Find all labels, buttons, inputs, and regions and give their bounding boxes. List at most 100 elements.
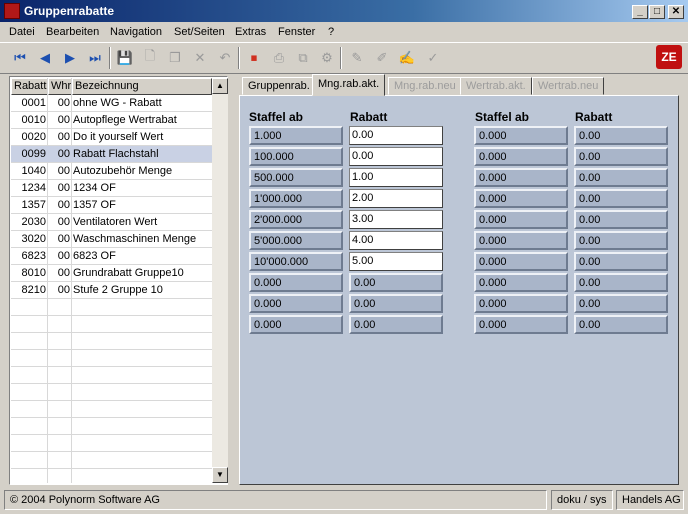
empty-list-row[interactable] bbox=[11, 367, 212, 384]
cell-bezeichnung: 1357 OF bbox=[73, 199, 116, 211]
maximize-button[interactable]: □ bbox=[649, 5, 665, 19]
staffel-field-left: 0.000 bbox=[249, 273, 343, 292]
rabatt-input-left[interactable]: 2.00 bbox=[349, 189, 443, 208]
rabatt-input-left[interactable]: 0.00 bbox=[349, 126, 443, 145]
delete-icon[interactable]: ✕ bbox=[189, 47, 211, 69]
check-icon[interactable]: ✓ bbox=[422, 47, 444, 69]
rabatt-input-left[interactable]: 1.00 bbox=[349, 168, 443, 187]
list-item[interactable]: 6823 00 6823 OF bbox=[11, 248, 212, 265]
empty-list-row[interactable] bbox=[11, 418, 212, 435]
cell-bezeichnung: Stufe 2 Gruppe 10 bbox=[73, 284, 163, 296]
empty-list-row[interactable] bbox=[11, 333, 212, 350]
list-item[interactable]: 1040 00 Autozubehör Menge bbox=[11, 163, 212, 180]
staffel-field-right: 0.000 bbox=[474, 210, 568, 229]
list-item[interactable]: 3020 00 Waschmaschinen Menge bbox=[11, 231, 212, 248]
vertical-scrollbar[interactable]: ▲ ▼ bbox=[212, 78, 228, 483]
empty-list-row[interactable] bbox=[11, 384, 212, 401]
column-header-bezeichnung[interactable]: Bezeichnung bbox=[72, 78, 212, 95]
rabatt-field-right: 0.00 bbox=[574, 189, 668, 208]
staffel-field-left: 10'000.000 bbox=[249, 252, 343, 271]
discount-group-list[interactable]: Rabatt Whr Bezeichnung 0001 00 ohne WG - R… bbox=[9, 76, 228, 485]
window-title: Gruppenrabatte bbox=[24, 4, 115, 18]
app-icon[interactable] bbox=[4, 3, 20, 19]
scroll-up-button[interactable]: ▲ bbox=[212, 78, 228, 94]
save-icon[interactable]: 💾 bbox=[114, 47, 136, 69]
list-item[interactable]: 0020 00 Do it yourself Wert bbox=[11, 129, 212, 146]
tree-icon[interactable]: ⧉ bbox=[292, 47, 314, 69]
copy-icon[interactable]: ❐ bbox=[164, 47, 186, 69]
close-button[interactable]: ✕ bbox=[668, 5, 684, 19]
status-copyright: © 2004 Polynorm Software AG bbox=[4, 490, 547, 510]
cell-rabatt: 8210 bbox=[21, 284, 46, 296]
first-record-icon[interactable]: ⏮ bbox=[9, 47, 31, 69]
undo-icon[interactable]: ↶ bbox=[214, 47, 236, 69]
stop-icon[interactable]: ⏹ bbox=[243, 47, 265, 69]
pen-icon[interactable]: ✐ bbox=[371, 47, 393, 69]
cell-bezeichnung: 1234 OF bbox=[73, 182, 116, 194]
rabatt-field-right: 0.00 bbox=[574, 126, 668, 145]
menu-help[interactable]: ? bbox=[328, 26, 334, 38]
minimize-button[interactable]: _ bbox=[632, 5, 648, 19]
next-record-icon[interactable]: ▶ bbox=[59, 47, 81, 69]
rabatt-input-left: 0.00 bbox=[349, 294, 443, 313]
empty-list-row[interactable] bbox=[11, 401, 212, 418]
rabatt-input-left[interactable]: 4.00 bbox=[349, 231, 443, 250]
menu-navigation[interactable]: Navigation bbox=[110, 26, 162, 38]
staffel-field-right: 0.000 bbox=[474, 294, 568, 313]
column-header-rabatt[interactable]: Rabatt bbox=[11, 78, 48, 95]
previous-record-icon[interactable]: ◀ bbox=[34, 47, 56, 69]
scroll-down-button[interactable]: ▼ bbox=[212, 467, 228, 483]
menu-extras[interactable]: Extras bbox=[235, 26, 266, 38]
cell-rabatt: 0099 bbox=[21, 148, 46, 160]
staffel-field-left: 1'000.000 bbox=[249, 189, 343, 208]
menu-bearbeiten[interactable]: Bearbeiten bbox=[46, 26, 99, 38]
rabatt-input-left: 0.00 bbox=[349, 273, 443, 292]
list-item[interactable]: 2030 00 Ventilatoren Wert bbox=[11, 214, 212, 231]
list-item[interactable]: 0099 00 Rabatt Flachstahl bbox=[11, 146, 212, 163]
rabatt-field-right: 0.00 bbox=[574, 273, 668, 292]
tab-wertrab-neu[interactable]: Wertrab.neu bbox=[532, 77, 605, 95]
cell-whr: 00 bbox=[57, 165, 70, 177]
menu-datei[interactable]: Datei bbox=[9, 26, 35, 38]
rabatt-input-left[interactable]: 3.00 bbox=[349, 210, 443, 229]
cell-rabatt: 1040 bbox=[21, 165, 46, 177]
cell-whr: 00 bbox=[57, 148, 70, 160]
empty-list-row[interactable] bbox=[11, 316, 212, 333]
settings-icon[interactable]: ⚙ bbox=[316, 47, 338, 69]
cell-bezeichnung: ohne WG - Rabatt bbox=[73, 97, 162, 109]
edit-icon[interactable]: ✎ bbox=[346, 47, 368, 69]
staffel-field-right: 0.000 bbox=[474, 231, 568, 250]
list-item[interactable]: 1357 00 1357 OF bbox=[11, 197, 212, 214]
list-item[interactable]: 0010 00 Autopflege Wertrabat bbox=[11, 112, 212, 129]
staffel-field-left: 100.000 bbox=[249, 147, 343, 166]
rabatt-field-right: 0.00 bbox=[574, 210, 668, 229]
list-item[interactable]: 8210 00 Stufe 2 Gruppe 10 bbox=[11, 282, 212, 299]
cell-whr: 00 bbox=[57, 233, 70, 245]
toolbar-separator bbox=[340, 47, 342, 69]
menu-fenster[interactable]: Fenster bbox=[278, 26, 315, 38]
empty-list-row[interactable] bbox=[11, 435, 212, 452]
empty-list-row[interactable] bbox=[11, 452, 212, 469]
new-document-icon[interactable]: 🗋 bbox=[139, 47, 161, 69]
empty-list-row[interactable] bbox=[11, 299, 212, 316]
tab-mng-rab-neu[interactable]: Mng.rab.neu bbox=[388, 77, 462, 95]
empty-list-row[interactable] bbox=[11, 350, 212, 367]
cell-rabatt: 0001 bbox=[21, 97, 46, 109]
list-item[interactable]: 1234 00 1234 OF bbox=[11, 180, 212, 197]
staffel-field-left: 1.000 bbox=[249, 126, 343, 145]
rabatt-input-left[interactable]: 5.00 bbox=[349, 252, 443, 271]
list-item[interactable]: 0001 00 ohne WG - Rabatt bbox=[11, 95, 212, 112]
tab-mng-rab-akt[interactable]: Mng.rab.akt. bbox=[312, 74, 386, 96]
tab-wertrab-akt[interactable]: Wertrab.akt. bbox=[460, 77, 532, 95]
toolbar-separator bbox=[238, 47, 240, 69]
tab-gruppenrab[interactable]: Gruppenrab. bbox=[242, 77, 316, 95]
rabatt-input-left[interactable]: 0.00 bbox=[349, 147, 443, 166]
cell-rabatt: 0020 bbox=[21, 131, 46, 143]
menu-set-seiten[interactable]: Set/Seiten bbox=[174, 26, 225, 38]
list-item[interactable]: 8010 00 Grundrabatt Gruppe10 bbox=[11, 265, 212, 282]
column-header-whr[interactable]: Whr bbox=[48, 78, 72, 95]
print-icon[interactable]: ⎙ bbox=[268, 47, 290, 69]
last-record-icon[interactable]: ⏭ bbox=[84, 47, 106, 69]
document-edit-icon[interactable]: ✍ bbox=[396, 47, 418, 69]
toolbar-separator bbox=[109, 47, 111, 69]
